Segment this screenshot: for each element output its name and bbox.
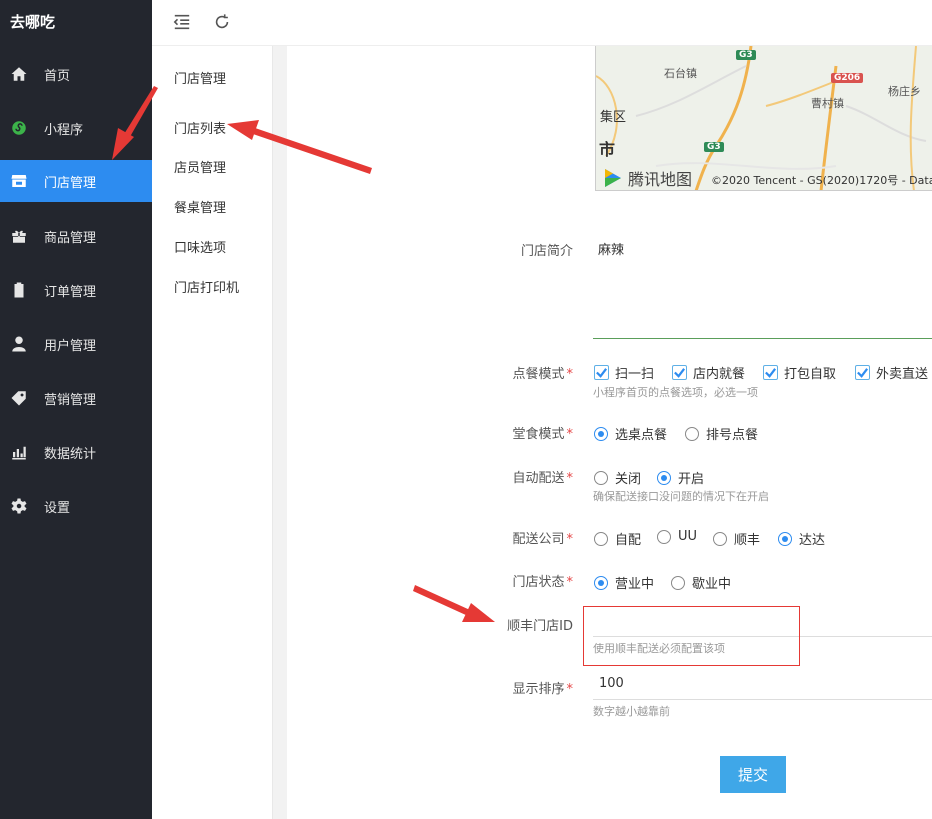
sidebar-item-marketing[interactable]: 营销管理 [0,377,152,419]
submenu-item-store-list[interactable]: 门店列表 [174,118,226,137]
map-copyright: ©2020 Tencent - GS(2020)1720号 - Data [711,174,932,187]
bar-chart-icon [10,443,28,461]
checkbox-checked-icon [855,365,870,380]
annotation-highlight-box [583,606,800,666]
order-mode-hint: 小程序首页的点餐选项，必选一项 [593,386,758,399]
submit-button[interactable]: 提交 [720,756,786,793]
submenu-item-flavors[interactable]: 口味选项 [174,237,226,256]
content-gap [273,46,287,819]
mini-program-icon [10,119,28,137]
map-place-label: 杨庄乡 [888,85,921,98]
sf-store-id-label: 顺丰门店ID [507,619,573,634]
radio-icon [713,531,727,546]
store-icon [10,172,28,190]
tencent-map-logo-text: 腾讯地图 [628,170,693,189]
submenu-item-staff[interactable]: 店员管理 [174,157,226,176]
sidebar-item-goods[interactable]: 商品管理 [0,215,152,257]
map-place-label: 曹村镇 [811,97,844,110]
sidebar-item-label: 门店管理 [44,175,97,191]
submenu-title: 门店管理 [174,72,227,87]
brand-title: 去哪吃 [10,13,56,31]
map-place-label: 石台镇 [664,67,697,80]
map-highway-shield: G3 [704,142,724,152]
order-mode-checkbox-scan[interactable]: 扫一扫 [594,363,654,382]
sidebar-item-label: 小程序 [44,122,84,138]
sidebar-item-users[interactable]: 用户管理 [0,323,152,365]
sidebar-item-mini-program[interactable]: 小程序 [0,107,152,149]
checkbox-checked-icon [672,365,687,380]
sort-hint: 数字越小越靠前 [593,705,670,718]
sidebar-item-orders[interactable]: 订单管理 [0,269,152,311]
intro-textarea-value: 麻辣 [598,243,625,258]
sidebar-item-store[interactable]: 门店管理 [0,160,152,202]
intro-label: 门店简介 [520,244,573,259]
sidebar-item-label: 设置 [44,500,71,516]
gift-icon [10,227,28,245]
tencent-map-logo: 腾讯地图 [602,166,692,190]
tencent-map-logo-icon [605,169,621,187]
sidebar-item-label: 用户管理 [44,338,97,354]
sort-input-value: 100 [599,676,624,691]
store-status-label: 门店状态 * [512,575,573,590]
home-icon [10,65,28,83]
radio-selected-icon [594,575,608,590]
dine-mode-radio-queue[interactable]: 排号点餐 [685,424,758,443]
store-status-radio-open[interactable]: 营业中 [594,573,654,592]
delivery-company-label: 配送公司 * [512,532,573,547]
sort-input[interactable] [593,699,932,700]
user-icon [10,335,28,353]
radio-selected-icon [657,470,671,485]
radio-selected-icon [594,426,608,441]
delivery-company-radio-dada[interactable]: 达达 [778,529,825,548]
secondary-menu: 门店管理 门店列表 店员管理 餐桌管理 口味选项 门店打印机 [152,46,273,819]
auto-delivery-hint: 确保配送接口没问题的情况下在开启 [593,490,769,503]
store-edit-form: G3 G206 G3 石台镇 曹村镇 杨庄乡 集区 市 腾讯地图 ©2020 T… [287,46,932,819]
tag-icon [10,389,28,407]
map-city-label: 市 [599,140,616,159]
radio-icon [594,470,608,485]
clipboard-icon [10,281,28,299]
delivery-company-radio-uu[interactable]: UU [657,529,697,544]
submenu-item-printer[interactable]: 门店打印机 [174,277,239,296]
sort-label: 显示排序 * [512,682,573,697]
sidebar-item-label: 首页 [44,68,71,84]
sidebar-item-label: 商品管理 [44,230,97,246]
sidebar-item-statistics[interactable]: 数据统计 [0,431,152,473]
map-place-label: 集区 [600,110,627,125]
dine-mode-radio-table[interactable]: 选桌点餐 [594,424,667,443]
radio-selected-icon [778,531,792,546]
order-mode-label: 点餐模式 * [512,367,573,382]
radio-icon [685,426,699,441]
sidebar-item-settings[interactable]: 设置 [0,485,152,527]
radio-icon [594,531,608,546]
order-mode-checkbox-dine-in[interactable]: 店内就餐 [672,363,745,382]
sidebar: 去哪吃 首页 小程序 门店管理 商品管理 订单管理 用户管理 营销管理 数据统计… [0,0,152,819]
top-bar [152,0,932,46]
order-mode-checkbox-delivery[interactable]: 外卖直送 [855,363,928,382]
delivery-company-radio-sf[interactable]: 顺丰 [713,529,760,548]
gear-icon [10,497,28,515]
sidebar-item-home[interactable]: 首页 [0,53,152,95]
dine-mode-label: 堂食模式 * [512,427,573,442]
sidebar-item-label: 营销管理 [44,392,97,408]
store-status-radio-closed[interactable]: 歇业中 [671,573,731,592]
checkbox-checked-icon [763,365,778,380]
map-highway-shield: G206 [831,73,864,83]
delivery-company-radio-self[interactable]: 自配 [594,529,641,548]
map-highway-shield: G3 [736,50,756,60]
submenu-item-tables[interactable]: 餐桌管理 [174,197,226,216]
auto-delivery-radio-off[interactable]: 关闭 [594,468,641,487]
intro-textarea[interactable]: 麻辣 [593,231,932,339]
auto-delivery-radio-on[interactable]: 开启 [657,468,704,487]
checkbox-checked-icon [594,365,609,380]
map-view[interactable]: G3 G206 G3 石台镇 曹村镇 杨庄乡 集区 市 腾讯地图 ©2020 T… [595,46,932,191]
radio-icon [671,575,685,590]
sidebar-item-label: 订单管理 [44,284,97,300]
sidebar-item-label: 数据统计 [44,446,97,462]
radio-icon [657,529,671,544]
refresh-icon[interactable] [212,12,232,32]
menu-fold-icon[interactable] [172,12,192,32]
auto-delivery-label: 自动配送 * [512,471,573,486]
order-mode-checkbox-takeaway[interactable]: 打包自取 [763,363,836,382]
